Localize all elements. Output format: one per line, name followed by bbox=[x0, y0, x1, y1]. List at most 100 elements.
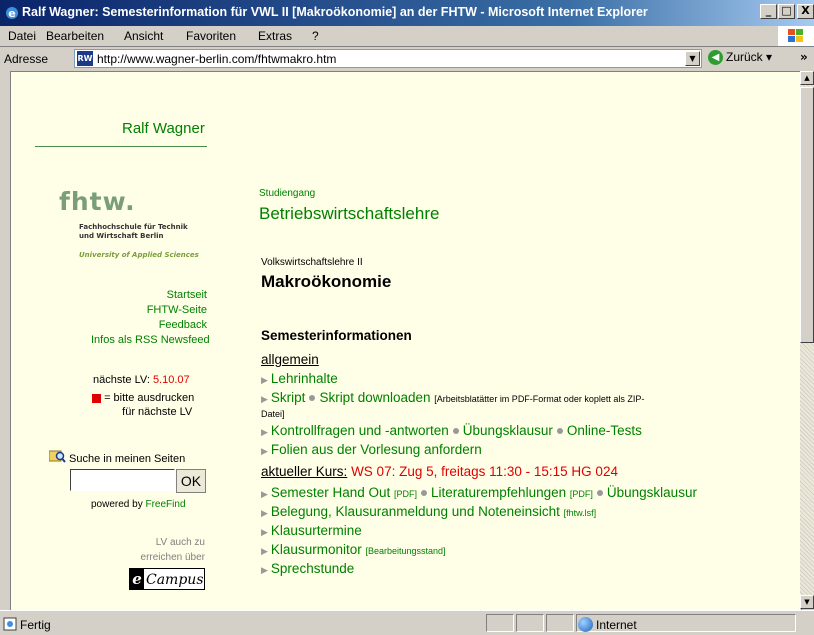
section-heading: Semesterinformationen bbox=[261, 328, 412, 343]
nav-rss-feed[interactable]: Infos als RSS Newsfeed bbox=[91, 333, 210, 348]
link-skript[interactable]: Skript bbox=[271, 390, 306, 405]
bullet-triangle-icon: ▶ bbox=[261, 394, 268, 404]
toolbar-more-button[interactable]: » bbox=[800, 50, 808, 64]
studiengang-label: Studiengang bbox=[259, 188, 316, 199]
divider bbox=[35, 146, 207, 147]
course-title: Makroökonomie bbox=[261, 272, 392, 291]
status-bar: Fertig Internet bbox=[0, 610, 814, 635]
maximize-button[interactable]: □ bbox=[778, 4, 795, 19]
search-input[interactable] bbox=[70, 469, 175, 491]
status-panel bbox=[486, 614, 514, 632]
bullet-dot-icon bbox=[452, 428, 459, 435]
nav-fhtw-seite[interactable]: FHTW-Seite bbox=[91, 303, 207, 318]
menu-bearbeiten[interactable]: Bearbeiten bbox=[46, 29, 104, 43]
link-lehrinhalte[interactable]: Lehrinhalte bbox=[271, 371, 338, 386]
red-square-icon bbox=[92, 393, 101, 403]
title-bar: e Ralf Wagner: Semesterinformation für V… bbox=[0, 0, 814, 26]
menu-extras[interactable]: Extras bbox=[258, 29, 292, 43]
page-content: Ralf Wagner fhtw. Fachhochschule für Tec… bbox=[10, 71, 802, 611]
list-item-lehrinhalte: ▶ Lehrinhalte bbox=[261, 371, 338, 386]
ecampus-hint-line1: LV auch zu bbox=[155, 537, 205, 548]
security-zone: Internet bbox=[596, 618, 637, 632]
freefind-link[interactable]: FreeFind bbox=[145, 499, 185, 510]
link-uebungsklausur-2[interactable]: Übungsklausur bbox=[607, 485, 697, 500]
fhtw-logo: fhtw. bbox=[59, 187, 136, 216]
search-folder-icon bbox=[49, 450, 66, 463]
lsf-badge[interactable]: [fhtw.lsf] bbox=[564, 508, 597, 518]
powered-by: powered by FreeFind bbox=[91, 499, 186, 510]
back-arrow-icon: ◀ bbox=[708, 50, 723, 66]
pdf-badge[interactable]: [PDF] bbox=[394, 489, 417, 499]
list-item-folien: ▶ Folien aus der Vorlesung anfordern bbox=[261, 442, 482, 457]
link-uebungsklausur[interactable]: Übungsklausur bbox=[463, 423, 553, 438]
search-ok-button[interactable]: OK bbox=[176, 469, 206, 493]
menu-ansicht[interactable]: Ansicht bbox=[124, 29, 163, 43]
vertical-scrollbar[interactable]: ▲ ▼ bbox=[800, 71, 814, 609]
scroll-up-icon[interactable]: ▲ bbox=[800, 71, 814, 85]
current-course-value: WS 07: Zug 5, freitags 11:30 - 15:15 HG … bbox=[351, 464, 618, 479]
print-hint: = bitte ausdrucken für nächste LV bbox=[92, 391, 194, 419]
ecampus-hint: LV auch zu erreichen über bbox=[111, 535, 205, 565]
logo-subtitle: Fachhochschule für Technik und Wirtschaf… bbox=[79, 223, 188, 241]
bullet-triangle-icon: ▶ bbox=[261, 427, 268, 437]
minimize-button[interactable]: _ bbox=[760, 4, 777, 19]
link-folien[interactable]: Folien aus der Vorlesung anfordern bbox=[271, 442, 482, 457]
nav-startseite[interactable]: Startseit bbox=[91, 288, 207, 303]
ecampus-text: Campus bbox=[146, 572, 204, 588]
back-button[interactable]: ◀ Zurück ▾ bbox=[708, 50, 772, 66]
link-klausurtermine[interactable]: Klausurtermine bbox=[271, 523, 362, 538]
skript-note: [Arbeitsblatätter im PDF-Format oder kop… bbox=[434, 394, 645, 404]
menu-help[interactable]: ? bbox=[312, 29, 319, 43]
window-title: Ralf Wagner: Semesterinformation für VWL… bbox=[22, 5, 648, 19]
print-hint-line1: = bitte ausdrucken bbox=[104, 392, 195, 404]
link-skript-download[interactable]: Skript downloaden bbox=[319, 390, 430, 405]
print-hint-line2: für nächste LV bbox=[122, 406, 193, 418]
powered-by-label: powered by bbox=[91, 499, 143, 510]
bullet-dot-icon bbox=[309, 395, 316, 402]
bullet-triangle-icon: ▶ bbox=[261, 489, 268, 499]
bearbeitungsstand-badge[interactable]: [Bearbeitungsstand] bbox=[365, 546, 445, 556]
address-url[interactable]: http://www.wagner-berlin.com/fhtwmakro.h… bbox=[97, 52, 336, 66]
next-lecture-date: 5.10.07 bbox=[152, 374, 190, 386]
logo-subtitle-line1: Fachhochschule für Technik bbox=[79, 223, 188, 231]
link-kontrollfragen[interactable]: Kontrollfragen und -antworten bbox=[271, 423, 449, 438]
nav-feedback[interactable]: Feedback bbox=[91, 318, 207, 333]
address-input[interactable]: RW http://www.wagner-berlin.com/fhtwmakr… bbox=[74, 49, 702, 68]
bullet-dot-icon bbox=[596, 490, 603, 497]
scroll-down-icon[interactable]: ▼ bbox=[800, 595, 814, 609]
status-text: Fertig bbox=[20, 618, 51, 632]
search-label: Suche in meinen Seiten bbox=[69, 453, 186, 465]
current-course: aktueller Kurs: WS 07: Zug 5, freitags 1… bbox=[261, 464, 618, 479]
address-dropdown-icon[interactable]: ▼ bbox=[685, 51, 700, 66]
back-label: Zurück bbox=[726, 50, 763, 64]
page-icon bbox=[3, 617, 17, 631]
link-online-tests[interactable]: Online-Tests bbox=[567, 423, 642, 438]
svg-text:e: e bbox=[8, 7, 15, 20]
site-favicon-icon: RW bbox=[77, 51, 93, 66]
list-item-sprechstunde: ▶ Sprechstunde bbox=[261, 561, 354, 576]
address-label: Adresse bbox=[4, 52, 49, 66]
pdf-badge[interactable]: [PDF] bbox=[570, 489, 593, 499]
bullet-triangle-icon: ▶ bbox=[261, 527, 268, 537]
bullet-dot-icon bbox=[556, 428, 563, 435]
ecampus-logo-link[interactable]: e Campus bbox=[129, 568, 205, 590]
menu-datei[interactable]: Datei bbox=[8, 29, 36, 43]
link-klausurmonitor[interactable]: Klausurmonitor bbox=[271, 542, 362, 557]
scroll-thumb[interactable] bbox=[800, 87, 814, 343]
logo-university: University of Applied Sciences bbox=[79, 251, 199, 259]
next-lecture-label: nächste LV: bbox=[93, 374, 150, 386]
link-sprechstunde[interactable]: Sprechstunde bbox=[271, 561, 354, 576]
ecampus-e: e bbox=[130, 569, 144, 589]
bullet-dot-icon bbox=[421, 490, 428, 497]
bullet-triangle-icon: ▶ bbox=[261, 565, 268, 575]
link-belegung[interactable]: Belegung, Klausuranmeldung und Noteneins… bbox=[271, 504, 560, 519]
close-button[interactable]: X bbox=[797, 4, 814, 19]
bullet-triangle-icon: ▶ bbox=[261, 508, 268, 518]
menu-favoriten[interactable]: Favoriten bbox=[186, 29, 236, 43]
browser-window: e Ralf Wagner: Semesterinformation für V… bbox=[0, 0, 814, 635]
link-handout[interactable]: Semester Hand Out bbox=[271, 485, 390, 500]
logo-subtitle-line2: und Wirtschaft Berlin bbox=[79, 232, 164, 240]
list-item-klausurmonitor: ▶ Klausurmonitor [Bearbeitungsstand] bbox=[261, 542, 446, 557]
sidebar-nav: Startseit FHTW-Seite Feedback Infos als … bbox=[91, 288, 210, 348]
link-literatur[interactable]: Literaturempfehlungen bbox=[431, 485, 566, 500]
